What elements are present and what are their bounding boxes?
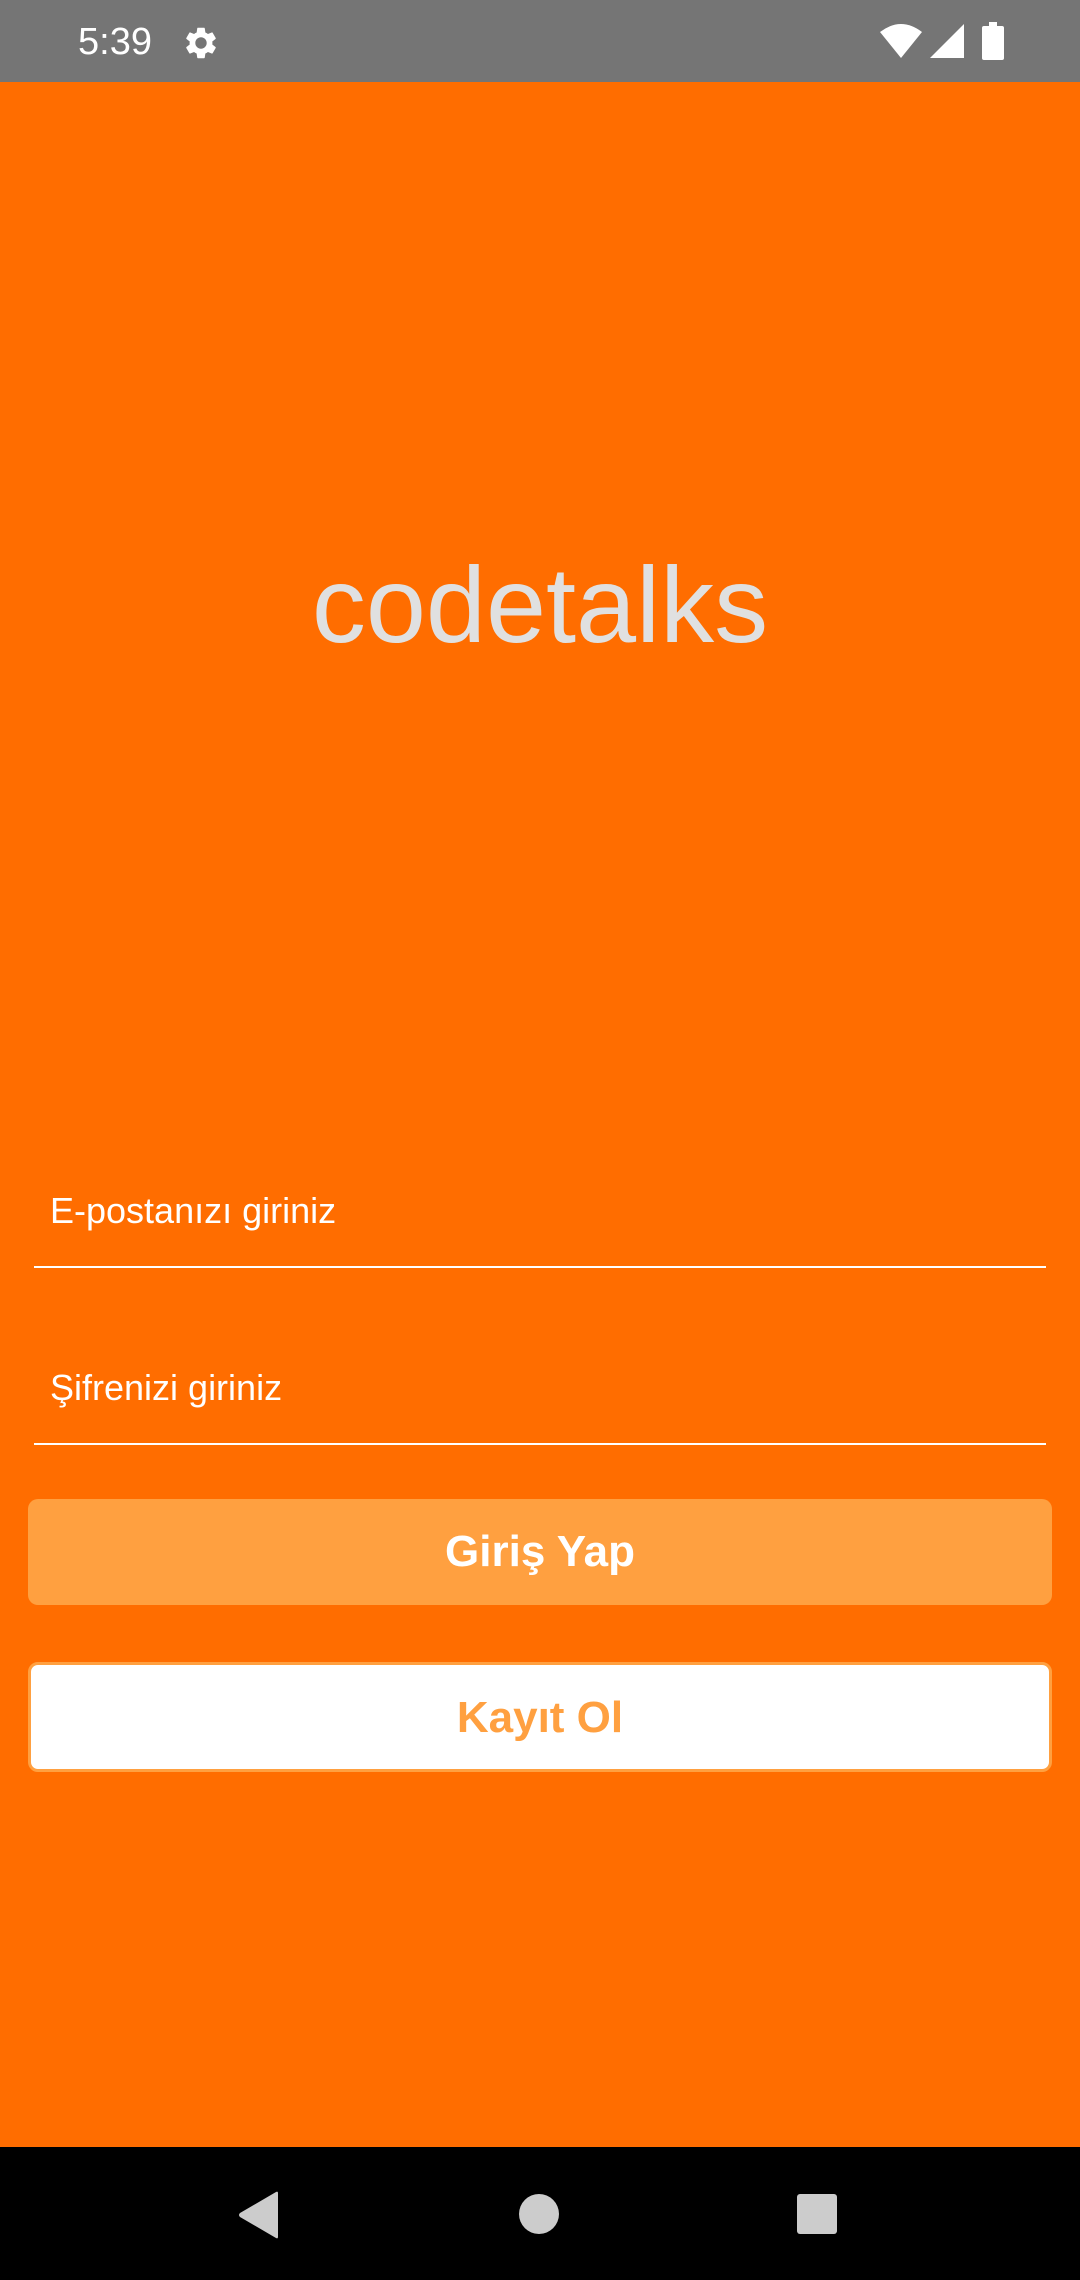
status-bar: 5:39 (0, 0, 1080, 82)
login-screen: 5:39 codetalks Giriş Yap (0, 0, 1080, 2280)
app-logo: codetalks (311, 544, 769, 665)
register-button[interactable]: Kayıt Ol (28, 1662, 1052, 1772)
password-field[interactable] (50, 1363, 1030, 1413)
login-button[interactable]: Giriş Yap (28, 1499, 1052, 1605)
recents-icon[interactable] (796, 2193, 838, 2235)
home-icon[interactable] (518, 2193, 560, 2235)
settings-icon (182, 24, 220, 62)
status-time: 5:39 (78, 21, 152, 63)
signal-icon (930, 24, 964, 58)
email-field[interactable] (50, 1186, 1030, 1236)
back-icon[interactable] (236, 2191, 280, 2239)
email-field-container (34, 1146, 1046, 1268)
battery-icon (982, 22, 1004, 60)
navigation-bar (0, 2147, 1080, 2280)
password-field-container (34, 1323, 1046, 1445)
wifi-icon (880, 24, 922, 58)
